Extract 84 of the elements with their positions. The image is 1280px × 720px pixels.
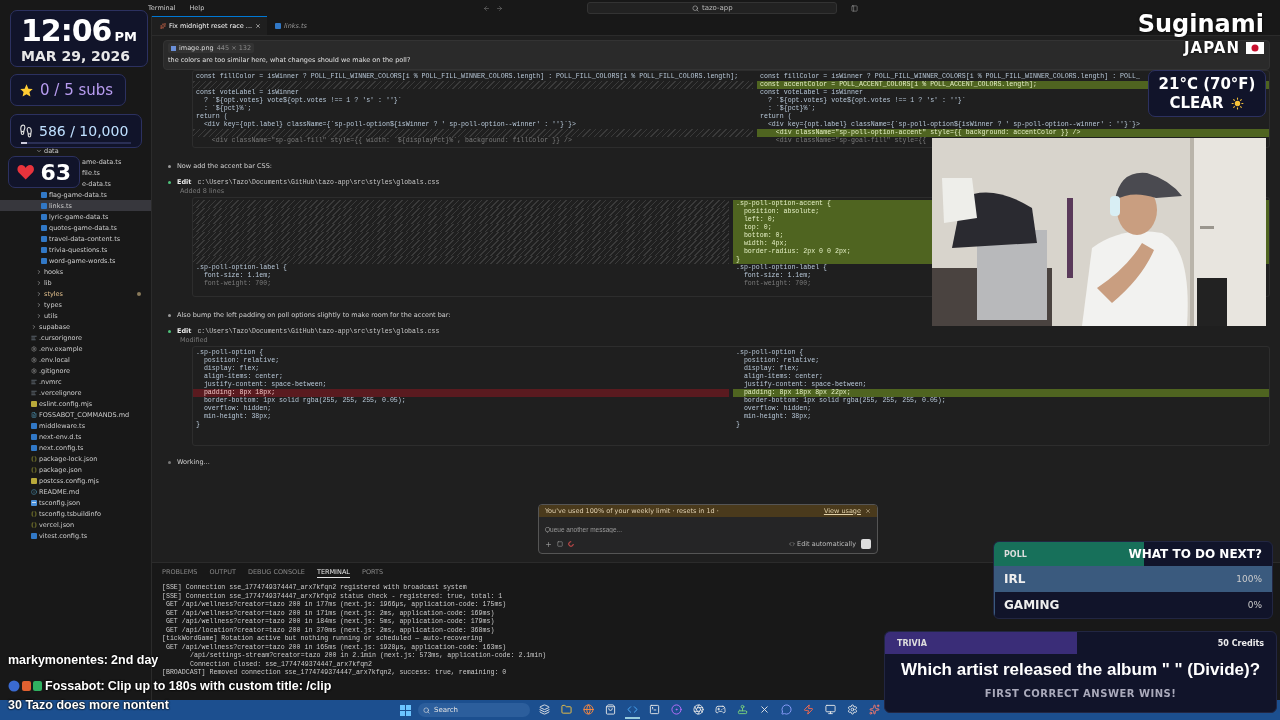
bullet-dot [168,164,171,168]
subs-count: 0 / 5 subs [40,81,114,99]
file-icon [31,400,37,407]
folder-icon[interactable] [561,703,572,715]
bullet-dot [168,313,171,317]
x-icon[interactable] [759,703,770,715]
lines-icon [31,378,37,385]
gamepad-icon[interactable] [715,703,726,715]
clock-date: MAR 29, 2026 [21,48,132,64]
sparkle-icon [160,23,166,29]
trivia-question: Which artist released the album " " (Divide)? [901,660,1260,680]
poll-option-percent: 100% [1236,574,1262,584]
layout-icon[interactable] [851,4,859,12]
status-dot [168,180,171,184]
back-arrow-icon[interactable] [483,4,491,12]
settings-icon[interactable] [847,703,858,715]
lines-icon [31,389,37,396]
poll-option-percent: 0% [1247,600,1262,610]
info-icon [31,488,37,495]
poll-label: POLL [1004,549,1027,559]
file-icon [31,477,37,484]
file-icon [31,532,37,539]
trivia-reward: 50 Credits [1217,638,1264,648]
temperature: 21°C (70°F) [1158,75,1256,93]
search-icon [423,706,430,714]
message-icon[interactable] [781,703,792,715]
steps-count: 586 / 10,000 [39,123,129,139]
stop-button[interactable] [861,539,871,549]
file-icon [275,23,282,29]
heart-count: 63 [40,159,71,185]
layers-icon[interactable] [539,703,550,715]
city-name: Suginami [1137,10,1264,38]
start-icon[interactable] [400,704,411,716]
lightning-icon[interactable] [803,703,814,715]
footprints-icon [19,124,33,138]
spinner-icon[interactable] [568,541,574,547]
clock-time: 12:06 [21,13,112,48]
circle-dot-icon[interactable] [671,703,682,715]
image-icon [171,45,176,51]
joystick-icon[interactable] [737,703,748,715]
gear-icon [31,367,37,374]
poll-title: WHAT TO DO NEXT? [1128,547,1262,561]
search-icon [691,4,699,12]
monitor-icon[interactable] [825,703,836,715]
chat-message: 2nd day [111,653,159,667]
aperture-icon[interactable] [693,703,704,715]
code-icon[interactable] [627,703,638,715]
braces-icon [31,455,37,462]
flag-icon [1246,42,1264,54]
poll-option-label: GAMING [1004,598,1060,612]
chat-message: 30 Tazo does more nontent [8,698,169,712]
braces-icon [31,510,37,517]
modified-dot [137,291,141,296]
chat-message: Clip up to 180s with custom title: /clip [107,679,332,693]
bullet-dot [168,460,171,464]
heart-icon [17,164,35,180]
braces-icon [31,521,37,528]
lines-icon [31,334,37,341]
star-icon [19,82,34,98]
config-file-icon [31,499,37,506]
country-name: JAPAN [1184,39,1240,57]
clock-period: PM [114,29,137,44]
poll-option-label: IRL [1004,572,1026,586]
status-dot [168,329,171,333]
chat-username: markymonentes: [8,653,109,667]
badges-icon [8,680,42,692]
gear-icon [31,345,37,352]
plus-icon[interactable] [545,540,552,548]
bag-icon[interactable] [605,703,616,715]
document-icon [31,411,37,418]
close-icon[interactable] [255,23,262,29]
code-icon [789,541,796,547]
forward-arrow-icon[interactable] [496,4,504,12]
weather-condition: CLEAR [1169,94,1224,112]
terminal-icon[interactable] [649,703,660,715]
gear-icon [31,356,37,363]
braces-icon [31,466,37,473]
trivia-footer: FIRST CORRECT ANSWER WINS! [984,688,1177,699]
close-icon[interactable] [865,507,871,514]
sun-icon [1231,96,1245,110]
globe-icon[interactable] [583,703,594,715]
trivia-label: TRIVIA [897,638,927,648]
chat-username: Fossabot: [45,679,105,693]
sparkles-icon[interactable] [869,703,880,715]
